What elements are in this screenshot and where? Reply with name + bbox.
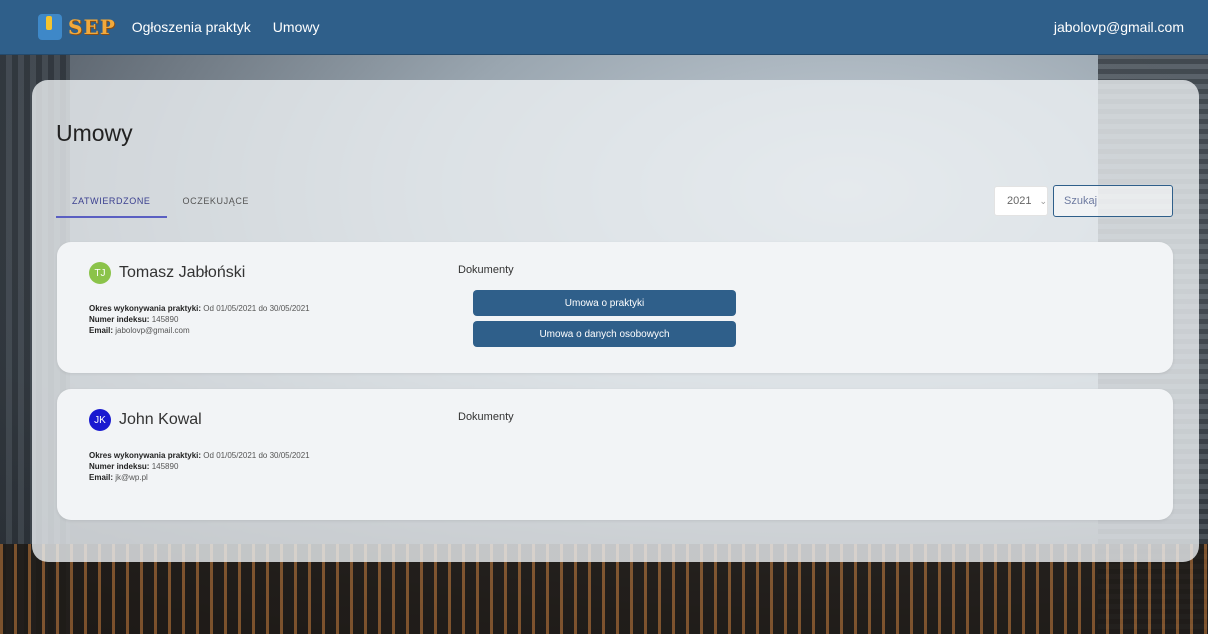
page-title: Umowy bbox=[56, 120, 133, 146]
logo-text: SEP bbox=[68, 15, 116, 39]
nav-link-umowy[interactable]: Umowy bbox=[273, 19, 320, 35]
logo-icon bbox=[38, 14, 62, 40]
index-value: 145890 bbox=[151, 462, 179, 471]
documents-heading: Dokumenty bbox=[458, 264, 514, 276]
avatar-initials: JK bbox=[94, 414, 106, 426]
email-row: Email: jabolovp@gmail.com bbox=[89, 325, 310, 336]
chevron-down-icon: ⌄ bbox=[1039, 195, 1048, 206]
email-value: jk@wp.pl bbox=[115, 473, 148, 482]
nav-link-ogloszenia[interactable]: Ogłoszenia praktyk bbox=[132, 19, 251, 35]
contracts-panel: Umowy ZATWIERDZONE OCZEKUJĄCE 2021 ⌄ TJ … bbox=[32, 80, 1199, 562]
index-row: Numer indeksu: 145890 bbox=[89, 314, 310, 325]
index-row: Numer indeksu: 145890 bbox=[89, 461, 310, 472]
period-row: Okres wykonywania praktyki: Od 01/05/202… bbox=[89, 303, 310, 314]
email-label: Email: bbox=[89, 473, 114, 482]
search-input[interactable] bbox=[1053, 185, 1173, 217]
contracts-tabs: ZATWIERDZONE OCZEKUJĄCE bbox=[56, 188, 265, 218]
period-value: Od 01/05/2021 do 30/05/2021 bbox=[203, 451, 310, 460]
contract-details: Okres wykonywania praktyki: Od 01/05/202… bbox=[89, 303, 310, 336]
period-row: Okres wykonywania praktyki: Od 01/05/202… bbox=[89, 450, 310, 461]
contract-card: TJ Tomasz Jabłoński Okres wykonywania pr… bbox=[57, 242, 1173, 373]
tab-zatwierdzone[interactable]: ZATWIERDZONE bbox=[56, 188, 167, 218]
app-logo[interactable]: SEP bbox=[38, 14, 116, 40]
email-value: jabolovp@gmail.com bbox=[115, 326, 190, 335]
year-select-value: 2021 bbox=[1007, 195, 1032, 207]
period-label: Okres wykonywania praktyki: bbox=[89, 451, 202, 460]
contract-person: TJ Tomasz Jabłoński bbox=[89, 262, 245, 284]
period-value: Od 01/05/2021 do 30/05/2021 bbox=[203, 304, 310, 313]
tab-oczekujace[interactable]: OCZEKUJĄCE bbox=[167, 188, 266, 218]
year-select[interactable]: 2021 ⌄ bbox=[994, 186, 1048, 216]
index-label: Numer indeksu: bbox=[89, 315, 150, 324]
document-button-umowa-o-danych-osobowych[interactable]: Umowa o danych osobowych bbox=[473, 321, 736, 347]
person-name: Tomasz Jabłoński bbox=[119, 264, 246, 281]
documents-heading: Dokumenty bbox=[458, 411, 514, 423]
contract-person: JK John Kowal bbox=[89, 409, 202, 431]
contract-card: JK John Kowal Okres wykonywania praktyki… bbox=[57, 389, 1173, 520]
avatar-initials: TJ bbox=[94, 267, 106, 279]
email-label: Email: bbox=[89, 326, 114, 335]
avatar: JK bbox=[89, 409, 111, 431]
user-account-email[interactable]: jabolovp@gmail.com bbox=[1054, 19, 1184, 35]
avatar: TJ bbox=[89, 262, 111, 284]
period-label: Okres wykonywania praktyki: bbox=[89, 304, 202, 313]
top-navbar: SEP Ogłoszenia praktyk Umowy jabolovp@gm… bbox=[0, 0, 1208, 55]
email-row: Email: jk@wp.pl bbox=[89, 472, 310, 483]
person-name: John Kowal bbox=[119, 411, 202, 428]
contract-details: Okres wykonywania praktyki: Od 01/05/202… bbox=[89, 450, 310, 483]
document-button-umowa-o-praktyki[interactable]: Umowa o praktyki bbox=[473, 290, 736, 316]
index-label: Numer indeksu: bbox=[89, 462, 150, 471]
index-value: 145890 bbox=[151, 315, 179, 324]
